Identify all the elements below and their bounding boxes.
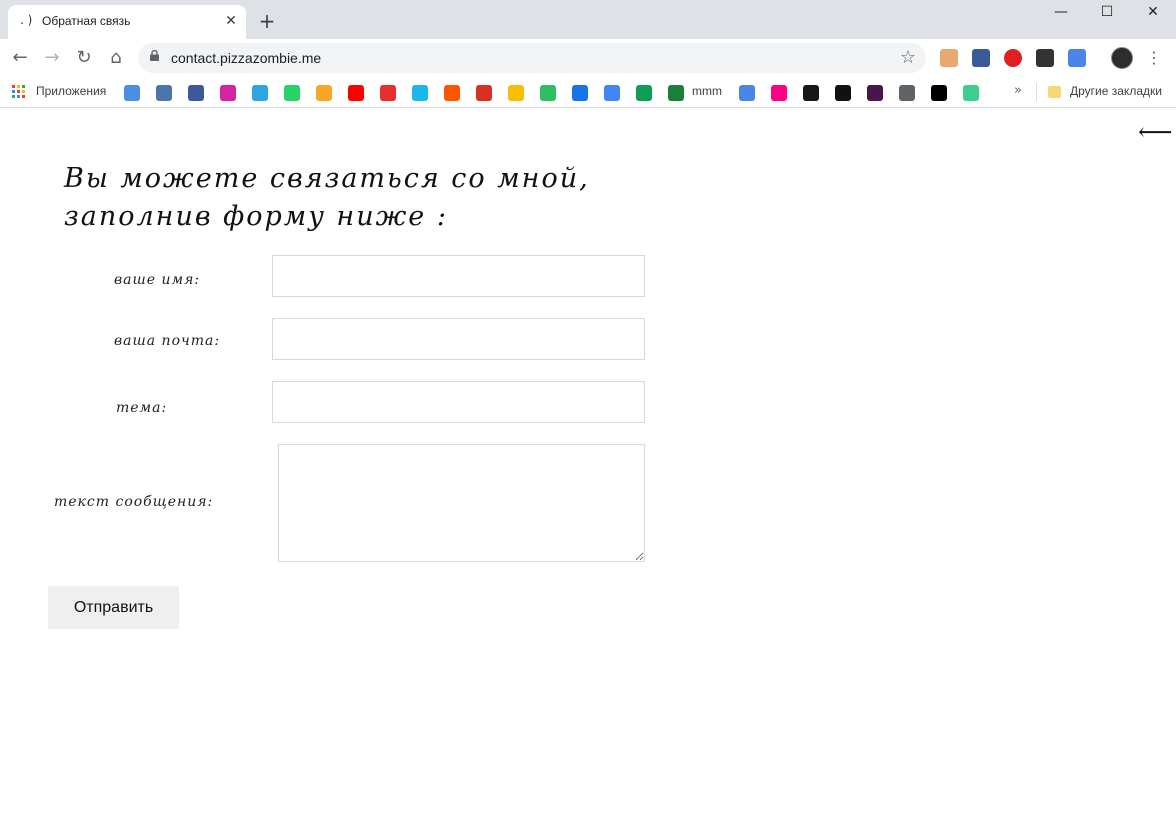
page-content: ⟵ Вы можете связаться со мной, заполнив … [0,108,1176,814]
film-icon[interactable] [316,85,332,101]
flickr-icon[interactable] [771,85,787,101]
page-heading: Вы можете связаться со мной, заполнив фо… [64,160,590,236]
tab-close-icon[interactable]: ✕ [222,12,240,30]
bookmarks-bar: Приложения mmm » Другие закладки [0,77,1176,108]
tab-strip: . ) Обратная связь ✕ + — ☐ ✕ [0,0,1176,39]
gmail-icon[interactable] [476,85,492,101]
bookmark-apps[interactable]: Приложения [36,84,106,98]
telegram-icon[interactable] [252,85,268,101]
subject-input[interactable] [272,381,645,423]
back-button[interactable]: ← [8,46,32,70]
folder-icon[interactable] [1048,86,1061,98]
menu-icon[interactable]: ⋮ [1146,48,1162,67]
badge-icon[interactable] [899,85,915,101]
submit-button[interactable]: Отправить [48,586,179,629]
facebook-icon[interactable] [188,85,204,101]
drive-icon[interactable] [636,85,652,101]
profile-avatar[interactable] [1111,47,1133,69]
name-input[interactable] [272,255,645,297]
heading-line-1: Вы можете связаться со мной, [64,163,590,194]
back-arrow-icon[interactable]: ⟵ [1138,118,1172,146]
maximize-button[interactable]: ☐ [1084,0,1130,24]
bookmark-other[interactable]: Другие закладки [1070,84,1162,98]
adblock-icon[interactable] [1004,49,1022,67]
translate-icon[interactable] [1068,49,1086,67]
email-input[interactable] [272,318,645,360]
42-icon[interactable] [835,85,851,101]
tab-title: Обратная связь [42,14,131,28]
message-textarea[interactable] [278,444,645,562]
email-label: ваша почта: [114,333,221,349]
sheets-plus-icon[interactable] [668,85,684,101]
calendar-icon[interactable] [572,85,588,101]
message-label: текст сообщения: [54,494,214,510]
minimize-button[interactable]: — [1038,0,1084,24]
translate-bookmark-icon[interactable] [739,85,755,101]
heading-line-2: заполнив форму ниже : [64,201,448,232]
tab-favicon: . ) [20,13,33,27]
notion-icon[interactable] [931,85,947,101]
subject-label: тема: [116,400,168,416]
close-window-button[interactable]: ✕ [1130,0,1176,24]
soundcloud-icon[interactable] [444,85,460,101]
youtube-icon[interactable] [348,85,364,101]
github-icon[interactable] [803,85,819,101]
apps-grid-icon[interactable] [12,85,26,99]
url-text: contact.pizzazombie.me [171,50,322,66]
extension-icon-2[interactable] [972,49,990,67]
bookmarks-separator [1036,83,1037,101]
cloud-icon[interactable] [124,85,140,101]
lock-icon[interactable] [150,50,159,61]
bookmark-star-icon[interactable]: ☆ [900,47,916,68]
ed-icon[interactable] [963,85,979,101]
keep-icon[interactable] [508,85,524,101]
docs-icon[interactable] [604,85,620,101]
name-label: ваше имя: [114,272,201,288]
whatsapp-icon[interactable] [284,85,300,101]
tiktok-icon[interactable] [380,85,396,101]
instagram-icon[interactable] [220,85,236,101]
browser-tab[interactable]: . ) Обратная связь ✕ [8,5,246,39]
home-button[interactable]: ⌂ [104,46,128,70]
forward-button[interactable]: → [40,46,64,70]
address-bar[interactable]: contact.pizzazombie.me ☆ [138,43,926,73]
evernote-icon[interactable] [540,85,556,101]
bookmark-mmm[interactable]: mmm [692,84,722,98]
vk-icon[interactable] [156,85,172,101]
browser-toolbar: ← → ↻ ⌂ contact.pizzazombie.me ☆ ⋮ [0,39,1176,77]
extension-icon-4[interactable] [1036,49,1054,67]
slack-icon[interactable] [867,85,883,101]
vimeo-icon[interactable] [412,85,428,101]
new-tab-button[interactable]: + [256,10,278,32]
bookmarks-overflow-button[interactable]: » [1014,83,1022,98]
reload-button[interactable]: ↻ [72,46,96,70]
extension-icon-1[interactable] [940,49,958,67]
